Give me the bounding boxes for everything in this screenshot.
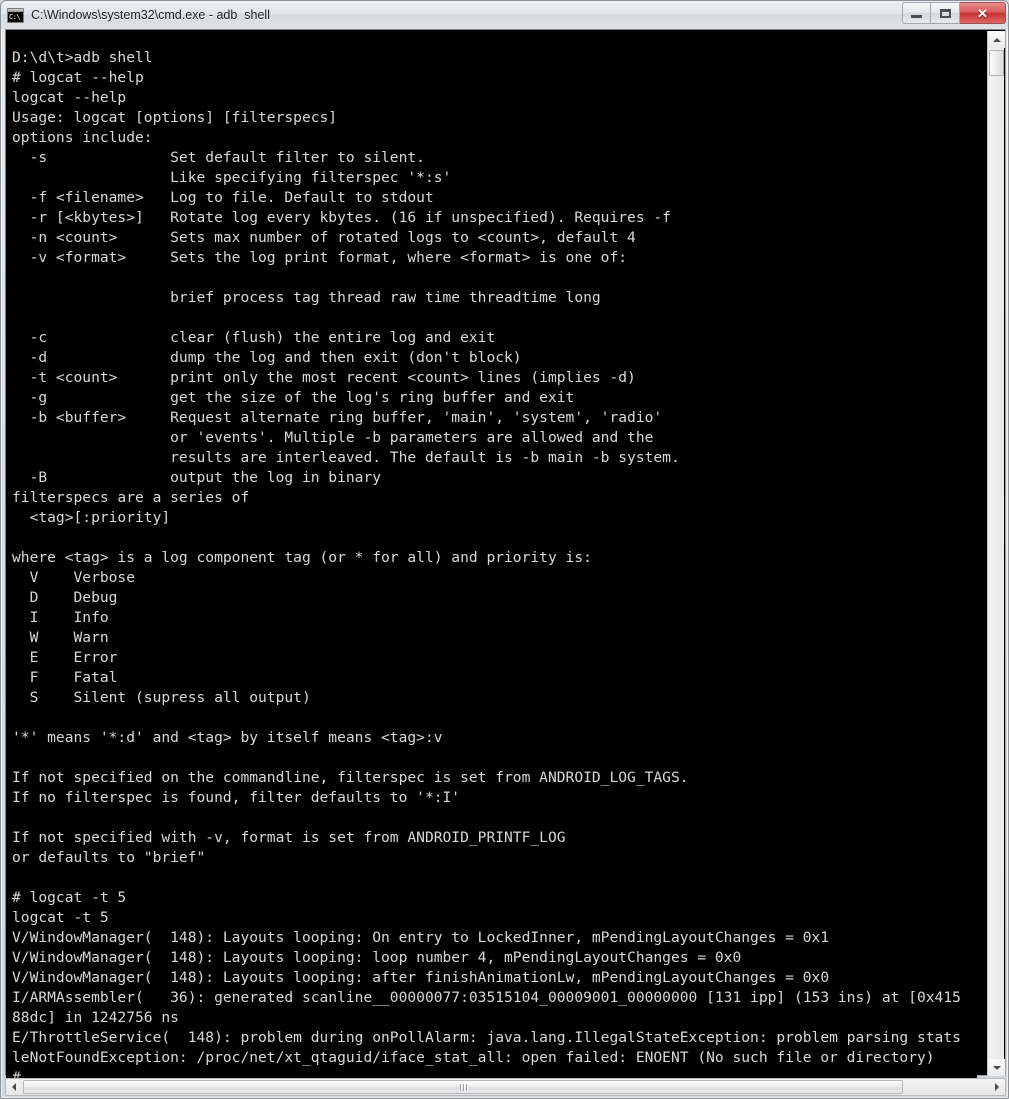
vertical-scrollbar[interactable] — [987, 31, 1005, 1076]
grip-line-icon — [465, 1083, 467, 1091]
scroll-left-button[interactable] — [6, 1079, 22, 1095]
window-title: C:\Windows\system32\cmd.exe - adb shell — [31, 8, 270, 22]
horizontal-scrollbar[interactable] — [5, 1078, 1006, 1096]
scroll-right-button[interactable] — [989, 1079, 1005, 1095]
scroll-up-button[interactable] — [988, 31, 1005, 48]
grip-line-icon — [459, 1083, 461, 1091]
window-client-area: D:\d\t>adb shell # logcat --help logcat … — [5, 29, 1006, 1096]
console-window: C:\Windows\system32\cmd.exe - adb shell … — [0, 0, 1009, 1099]
chevron-left-icon — [12, 1083, 16, 1091]
close-icon: ✕ — [977, 5, 988, 21]
window-titlebar[interactable]: C:\Windows\system32\cmd.exe - adb shell … — [1, 1, 1008, 29]
chevron-up-icon — [992, 37, 1001, 42]
console-output-text[interactable]: D:\d\t>adb shell # logcat --help logcat … — [6, 44, 977, 1090]
scroll-down-button[interactable] — [988, 1059, 1005, 1076]
cmd-console-icon — [7, 7, 24, 23]
maximize-restore-button[interactable] — [931, 2, 960, 24]
grip-line-icon — [462, 1083, 464, 1091]
close-button[interactable]: ✕ — [960, 2, 1006, 24]
vertical-scrollbar-thumb[interactable] — [989, 50, 1004, 76]
restore-icon — [939, 8, 951, 18]
minimize-icon — [911, 14, 922, 18]
caption-buttons: ✕ — [902, 2, 1006, 24]
minimize-button[interactable] — [902, 2, 931, 24]
console-frame: D:\d\t>adb shell # logcat --help logcat … — [5, 29, 1006, 1090]
chevron-right-icon — [995, 1083, 999, 1091]
chevron-down-icon — [992, 1065, 1001, 1070]
horizontal-scrollbar-thumb[interactable] — [23, 1080, 903, 1094]
